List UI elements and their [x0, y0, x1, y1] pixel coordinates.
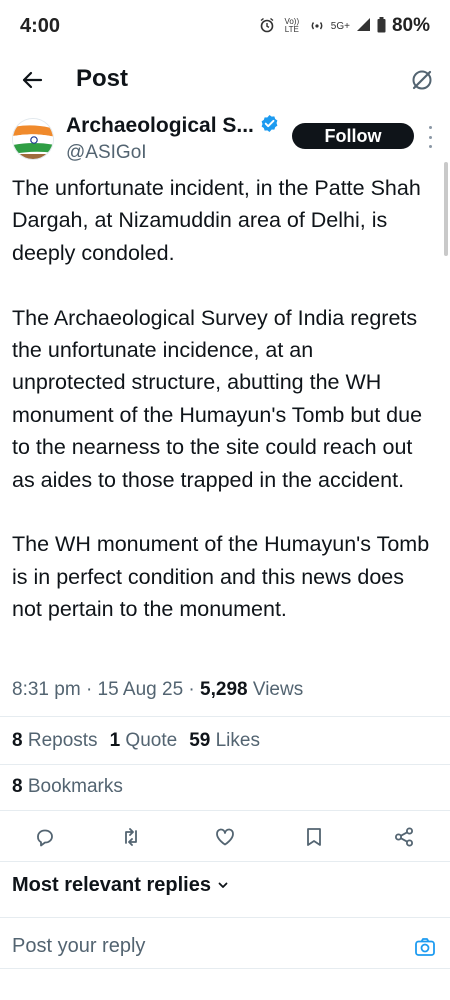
author-name[interactable]: Archaeological S... — [66, 114, 254, 138]
bookmark-icon[interactable] — [299, 822, 329, 852]
reply-icon[interactable] — [30, 822, 60, 852]
volte-label: Vo)) LTE — [284, 17, 300, 34]
quotes-count: 1 — [109, 730, 121, 751]
author-row: Archaeological S... @ASIGoI Follow — [0, 112, 450, 172]
tweet-paragraph: The Archaeological Survey of India regre… — [12, 305, 423, 492]
replies-sort-label: Most relevant replies — [12, 874, 211, 896]
divider — [0, 968, 450, 969]
reposts-stat[interactable]: 8 Reposts — [12, 730, 98, 752]
reposts-label: Reposts — [27, 730, 98, 751]
tweet-time[interactable]: 8:31 pm — [12, 679, 81, 700]
replies-sort-dropdown[interactable]: Most relevant replies — [12, 874, 229, 897]
status-time: 4:00 — [20, 14, 61, 37]
verified-badge-icon — [260, 114, 279, 138]
battery-icon — [377, 16, 386, 36]
likes-label: Likes — [215, 730, 260, 751]
reposts-count: 8 — [12, 730, 23, 751]
engagement-stats: 8 Reposts 1 Quote 59 Likes — [12, 730, 260, 752]
network-label: 5G+ — [330, 20, 350, 32]
divider — [0, 764, 450, 765]
camera-icon[interactable] — [412, 934, 438, 960]
divider — [0, 716, 450, 717]
quotes-label: Quote — [125, 730, 178, 751]
tweet-date[interactable]: 15 Aug 25 — [98, 679, 184, 700]
follow-button[interactable]: Follow — [292, 123, 414, 149]
tweet-paragraph: The unfortunate incident, in the Patte S… — [12, 176, 421, 265]
author-name-row[interactable]: Archaeological S... — [66, 114, 279, 138]
chevron-down-icon — [217, 874, 229, 897]
avatar[interactable] — [12, 118, 54, 160]
like-icon[interactable] — [210, 822, 240, 852]
grok-icon — [412, 70, 432, 90]
battery-percent: 80% — [391, 15, 430, 36]
share-icon[interactable] — [389, 822, 419, 852]
bookmarks-label: Bookmarks — [27, 776, 123, 797]
reply-input[interactable]: Post your reply — [12, 935, 145, 958]
back-arrow-icon — [22, 71, 43, 89]
status-bar: 4:00 Vo)) LTE 5G+ 80% — [0, 0, 450, 52]
back-button[interactable] — [16, 64, 48, 96]
tweet-meta: 8:31 pm · 15 Aug 25 · 5,298 Views — [12, 679, 304, 700]
scrollbar[interactable] — [444, 162, 448, 256]
status-icons: Vo)) LTE 5G+ 80% — [259, 15, 430, 37]
likes-stat[interactable]: 59 Likes — [189, 730, 260, 752]
page-title: Post — [76, 65, 129, 92]
quotes-stat[interactable]: 1 Quote — [110, 730, 178, 752]
divider — [0, 810, 450, 811]
more-options-icon[interactable] — [424, 126, 436, 148]
alarm-icon — [259, 17, 275, 36]
repost-icon[interactable] — [116, 822, 146, 852]
hotspot-icon — [309, 17, 325, 36]
top-bar: Post — [0, 56, 450, 104]
flag-avatar-icon — [13, 119, 53, 159]
divider — [0, 917, 450, 918]
divider — [0, 861, 450, 862]
likes-count: 59 — [189, 730, 211, 751]
bookmarks-count: 8 — [12, 776, 23, 797]
action-bar — [0, 822, 450, 852]
tweet-paragraph: The WH monument of the Humayun's Tomb is… — [12, 532, 430, 622]
views-label: Views — [252, 679, 304, 700]
signal-icon — [356, 17, 371, 35]
tweet-text: The unfortunate incident, in the Patte S… — [12, 172, 432, 626]
bookmarks-stat[interactable]: 8 Bookmarks — [12, 776, 123, 798]
views-count: 5,298 — [200, 679, 248, 700]
author-handle[interactable]: @ASIGoI — [66, 142, 147, 164]
grok-button[interactable] — [406, 64, 438, 96]
